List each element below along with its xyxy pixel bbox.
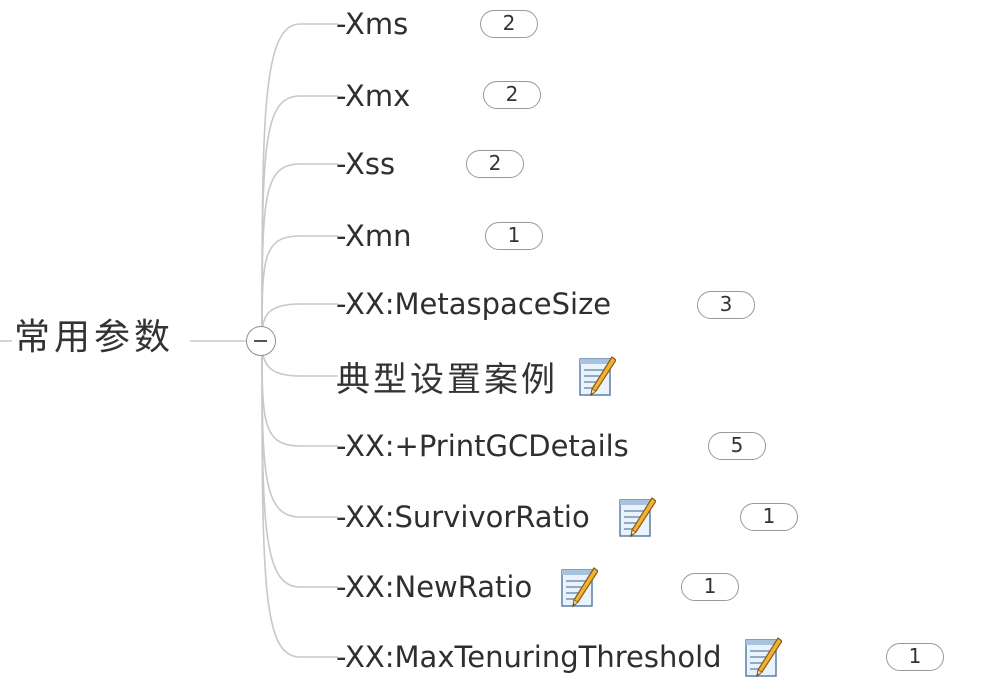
minus-icon: [254, 340, 267, 342]
topic-max-tenuring-threshold[interactable]: -XX:MaxTenuringThreshold: [336, 635, 782, 679]
count-badge[interactable]: 1: [740, 503, 798, 531]
note-pencil-icon[interactable]: [560, 566, 599, 608]
topic-label: -Xss: [336, 147, 396, 181]
count-badge[interactable]: 2: [480, 10, 538, 38]
topic-label: -XX:SurvivorRatio: [336, 500, 590, 534]
topic-label: -XX:MetaspaceSize: [336, 287, 612, 321]
topic-label: 典型设置案例: [336, 359, 558, 400]
note-pencil-icon[interactable]: [618, 496, 656, 538]
topic-label: -Xms: [336, 7, 409, 41]
topic-xms[interactable]: -Xms: [336, 2, 408, 46]
topic-label: -XX:+PrintGCDetails: [336, 429, 629, 463]
collapse-button[interactable]: [246, 326, 276, 356]
count-badge[interactable]: 2: [483, 81, 541, 109]
topic-label: -XX:MaxTenuringThreshold: [336, 640, 722, 674]
topic-new-ratio[interactable]: -XX:NewRatio: [336, 565, 599, 609]
topic-survivor-ratio[interactable]: -XX:SurvivorRatio: [336, 495, 656, 539]
topic-label: -Xmn: [336, 219, 412, 253]
topic-xss[interactable]: -Xss: [336, 142, 395, 186]
note-pencil-icon[interactable]: [744, 636, 782, 678]
count-badge[interactable]: 1: [681, 573, 739, 601]
topic-typical-examples[interactable]: 典型设置案例: [336, 352, 616, 400]
count-badge[interactable]: 5: [708, 432, 766, 460]
topic-label: -Xmx: [336, 79, 411, 113]
count-badge[interactable]: 1: [886, 643, 944, 671]
topic-metaspace-size[interactable]: -XX:MetaspaceSize: [336, 282, 611, 326]
count-badge[interactable]: 3: [697, 291, 755, 319]
count-badge[interactable]: 1: [485, 222, 543, 250]
topic-print-gc-details[interactable]: -XX:+PrintGCDetails: [336, 424, 629, 468]
count-badge[interactable]: 2: [466, 150, 524, 178]
topic-xmx[interactable]: -Xmx: [336, 74, 410, 118]
topic-xmn[interactable]: -Xmn: [336, 214, 412, 258]
root-topic[interactable]: 常用参数: [14, 312, 174, 364]
topic-label: -XX:NewRatio: [336, 570, 533, 604]
note-pencil-icon[interactable]: [578, 355, 616, 397]
